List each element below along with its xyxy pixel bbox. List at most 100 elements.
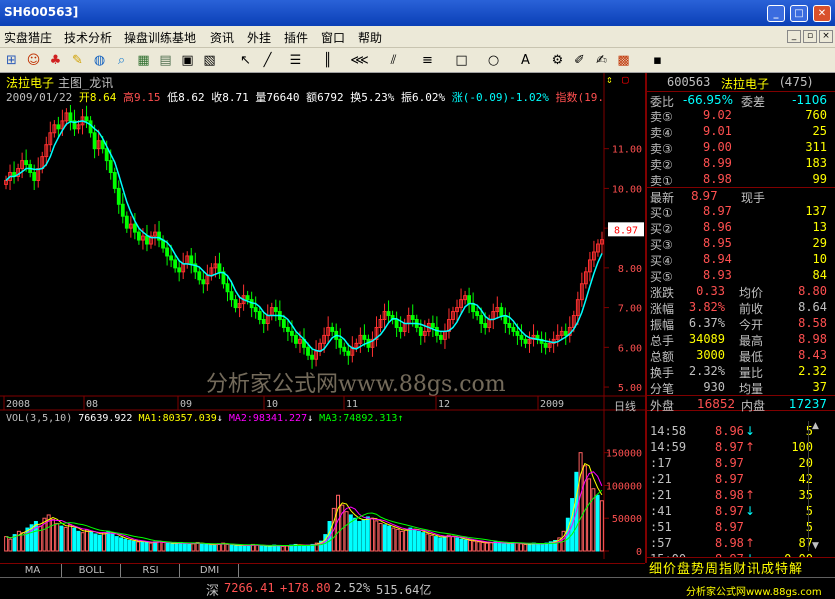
stat-value2: 2.32 [798, 364, 827, 378]
tab-ma[interactable]: MA [4, 564, 62, 577]
scroll-down-icon[interactable]: ▼ [812, 541, 819, 551]
line-tool-icon[interactable]: ╱ [258, 51, 277, 70]
sell-volume: 760 [805, 108, 827, 122]
vol-bar [514, 542, 519, 552]
vol-bar [127, 540, 132, 552]
maximize-button[interactable]: □ [790, 5, 808, 22]
vol-bar [187, 543, 192, 552]
vol-bar [357, 521, 362, 552]
menu-bangzhu[interactable]: 帮助 [358, 29, 382, 46]
status-change: +178.80 [280, 581, 331, 595]
menu-chajian[interactable]: 插件 [284, 29, 308, 46]
sell-row: 卖③ 9.00 311 [647, 139, 835, 156]
candle-body [563, 330, 568, 336]
candle-body [32, 172, 37, 181]
menu-shipan[interactable]: 实盘猎庄 [4, 29, 52, 46]
outer-value: 16852 [697, 397, 736, 411]
status-amount: 515.64亿 [376, 583, 432, 597]
candle-body [511, 326, 516, 332]
vol-bar [55, 522, 60, 552]
title-bar: SH600563] _ □ ✕ [0, 0, 835, 26]
connect-icon[interactable]: ⊞ [2, 51, 21, 70]
mdi-minimize-icon[interactable]: _ [787, 30, 801, 43]
vol-bar [506, 542, 511, 552]
chart-lock-icon[interactable]: ⇕ [606, 73, 613, 86]
settings-icon[interactable]: ⚙ [548, 51, 567, 70]
tab-boll[interactable]: BOLL [63, 564, 121, 577]
candle-body [120, 203, 125, 217]
candle-body [136, 231, 141, 241]
ellipse-tool-icon[interactable]: ○ [484, 51, 503, 70]
tick-scrollbar[interactable]: ▲ ▼ [808, 421, 824, 551]
mdi-restore-icon[interactable]: ▫ [803, 30, 817, 43]
menu-caopan[interactable]: 操盘训练基地 [124, 29, 196, 46]
y-tick-label: 7.00 [618, 304, 642, 315]
vol-bar [140, 540, 145, 552]
info-high: 高9.15 [122, 91, 161, 104]
y-tick-label: 11.00 [612, 145, 642, 156]
candle-body [306, 346, 310, 356]
candle-body [132, 223, 137, 233]
fan-tool-icon[interactable]: ⋘ [350, 51, 369, 70]
brush-icon[interactable]: ✍ [592, 51, 611, 70]
candle-body [68, 112, 73, 122]
globe-icon[interactable]: ◍ [90, 51, 109, 70]
vol-bar [136, 541, 141, 552]
chart-box-icon[interactable]: ▢ [622, 73, 629, 86]
eraser-icon[interactable]: ✐ [570, 51, 589, 70]
pencil-icon[interactable]: ✎ [68, 51, 87, 70]
scroll-up-icon[interactable]: ▲ [812, 421, 819, 431]
weibi-value: -66.95% [683, 93, 734, 107]
search-icon[interactable]: ⌕ [112, 51, 131, 70]
parallel-tool-icon[interactable]: ⫽ [384, 51, 403, 70]
stat-value: 2.32% [688, 364, 725, 378]
right-tabs[interactable]: 细价盘势周指财讯成特解 [647, 557, 835, 577]
vol-bar [212, 543, 217, 552]
status-index: 7266.41 [224, 581, 275, 595]
table-icon[interactable]: ▦ [134, 51, 153, 70]
cursor-icon[interactable]: ↖ [236, 51, 255, 70]
grid-icon[interactable]: ▤ [156, 51, 175, 70]
vol-bar [191, 542, 196, 552]
candle-body [108, 160, 113, 174]
bell-icon[interactable]: ♣ [46, 51, 65, 70]
rect-tool-icon[interactable]: □ [452, 51, 471, 70]
minimize-button[interactable]: _ [767, 5, 785, 22]
tick-row: :41 8.97 ↓ 5 [647, 503, 835, 519]
vol-bar [84, 529, 89, 552]
x-tick-label: 12 [438, 399, 450, 410]
tick-price: 8.98 [715, 488, 744, 502]
info-amplitude: 振6.02% [400, 91, 446, 104]
info-close: 收8.71 [211, 91, 249, 104]
tab-dmi[interactable]: DMI [181, 564, 239, 577]
vol-bar [144, 541, 149, 552]
hline-tool-icon[interactable]: ☰ [286, 51, 305, 70]
close-button[interactable]: ✕ [813, 5, 831, 22]
candle-body [229, 291, 234, 301]
chart-info-line: 2009/01/22 开8.64 高9.15 低8.62 收8.71 量7664… [6, 89, 604, 105]
right-tab-labels[interactable]: 细价盘势周指财讯成特解 [649, 558, 803, 577]
menu-chuangkou[interactable]: 窗口 [321, 29, 345, 46]
quote-code: 600563 [667, 75, 711, 89]
save-icon[interactable]: ▪ [648, 51, 667, 70]
tick-time: 14:58 [650, 424, 687, 438]
menu-jishu[interactable]: 技术分析 [64, 29, 112, 46]
calc-icon[interactable]: ▣ [178, 51, 197, 70]
tab-rsi[interactable]: RSI [122, 564, 180, 577]
chart-area[interactable]: 5.006.007.008.009.0010.0011.002008080910… [0, 73, 645, 563]
color-icon[interactable]: ▩ [614, 51, 633, 70]
text-tool-icon[interactable]: A [516, 51, 535, 70]
indicator-tabs: MA BOLL RSI DMI [0, 563, 645, 577]
fib-tool-icon[interactable]: ≡ [418, 51, 437, 70]
menu-zixun[interactable]: 资讯 [210, 29, 234, 46]
person-icon[interactable]: ☺ [24, 51, 43, 70]
mdi-close-icon[interactable]: × [819, 30, 833, 43]
vol-bar [93, 533, 98, 552]
stat-value: 930 [703, 380, 725, 394]
tick-time: :41 [650, 504, 672, 518]
menu-waigua[interactable]: 外挂 [247, 29, 271, 46]
vol-value: 76639.922 [78, 413, 133, 424]
vline-tool-icon[interactable]: ║ [318, 51, 337, 70]
chart-icon[interactable]: ▧ [200, 51, 219, 70]
vol-bar [97, 534, 102, 552]
